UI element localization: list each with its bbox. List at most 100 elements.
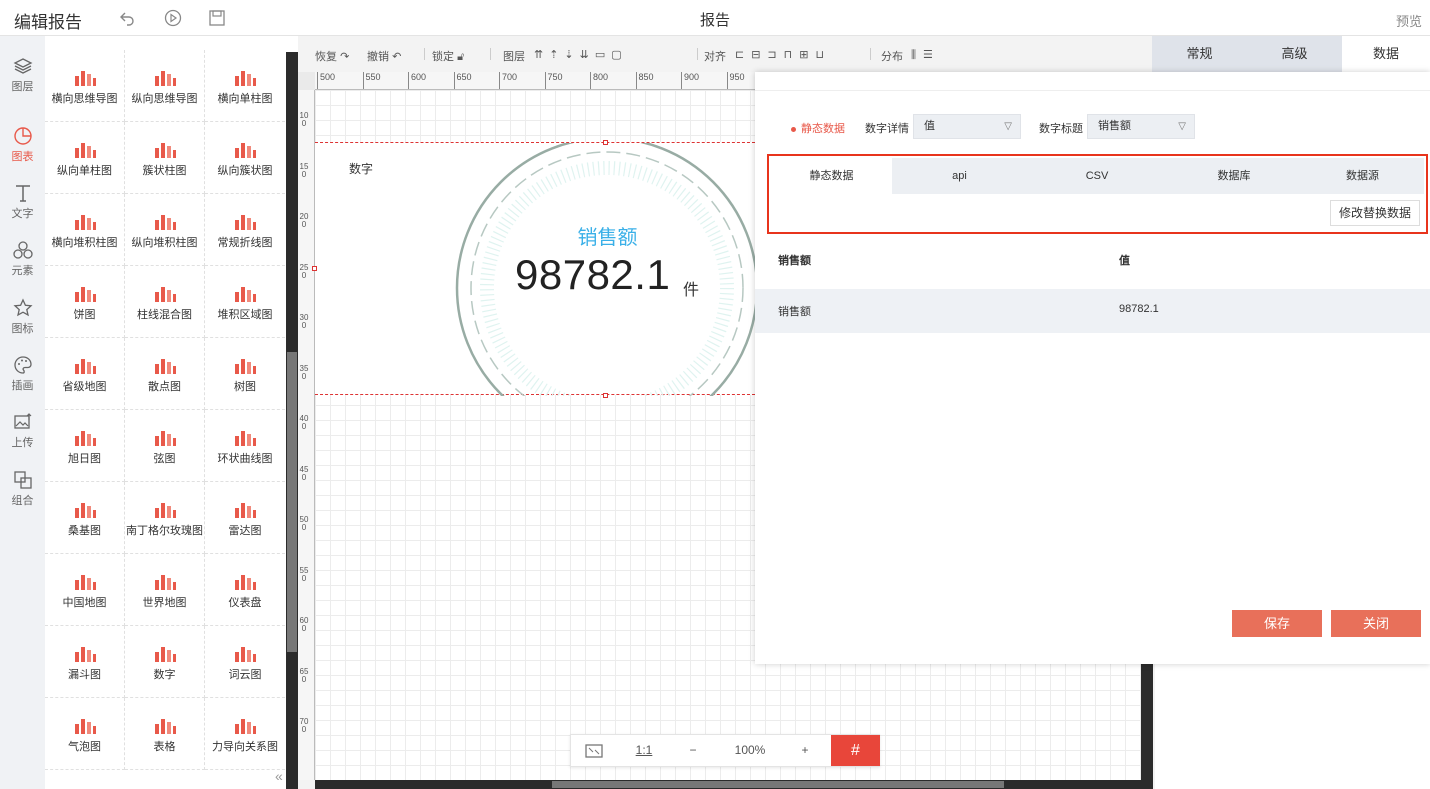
component-item[interactable]: 雷达图 bbox=[205, 482, 285, 554]
stacked-bar-icon bbox=[74, 215, 96, 230]
component-item[interactable]: 桑基图 bbox=[45, 482, 125, 554]
ruler-tick: 450 bbox=[299, 464, 309, 482]
align-icons[interactable]: ⊏⊟⊐⊓⊞⊔ bbox=[735, 48, 831, 61]
nav-item-upload[interactable]: 上传 bbox=[0, 408, 45, 464]
nav-item-charts[interactable]: 图表 bbox=[0, 122, 45, 178]
zoom-in-button[interactable]: + bbox=[787, 735, 823, 766]
layer-menu[interactable]: 图层 bbox=[503, 48, 525, 64]
tab-advanced[interactable]: 高级 bbox=[1247, 36, 1342, 72]
component-item[interactable]: 散点图 bbox=[125, 338, 205, 410]
distribute-icons[interactable]: ⫼☰ bbox=[911, 48, 940, 62]
ruler-tick: 150 bbox=[299, 161, 309, 179]
tab-static-data[interactable]: 静态数据 bbox=[771, 158, 892, 194]
radio-dot-icon bbox=[791, 126, 796, 132]
component-item[interactable]: 纵向簇状图 bbox=[205, 122, 285, 194]
table-cell[interactable]: 98782.1 bbox=[1119, 303, 1159, 315]
lock-button[interactable]: 锁定 🔓︎ bbox=[432, 48, 464, 64]
component-item[interactable]: 仪表盘 bbox=[205, 554, 285, 626]
undo-button[interactable]: 撤销 ↶ bbox=[367, 48, 401, 64]
preview-button[interactable]: 预览 bbox=[1396, 11, 1422, 30]
bar-line-icon bbox=[154, 287, 176, 302]
component-item[interactable]: 南丁格尔玫瑰图 bbox=[125, 482, 205, 554]
component-item[interactable]: 省级地图 bbox=[45, 338, 125, 410]
collapse-panel-icon[interactable]: « bbox=[275, 768, 283, 784]
component-item[interactable]: 树图 bbox=[205, 338, 285, 410]
component-item[interactable]: 横向单柱图 bbox=[205, 50, 285, 122]
scatter-icon bbox=[154, 359, 176, 374]
data-settings-row: 静态数据 数字详情 值 ▽ 数字标题 销售额 ▽ bbox=[755, 114, 1430, 140]
horizontal-scrollbar[interactable] bbox=[315, 780, 1153, 789]
component-item[interactable]: 旭日图 bbox=[45, 410, 125, 482]
component-item[interactable]: 表格 bbox=[125, 698, 205, 770]
component-item[interactable]: 纵向单柱图 bbox=[45, 122, 125, 194]
tab-csv[interactable]: CSV bbox=[1027, 158, 1167, 194]
component-item[interactable]: 漏斗图 bbox=[45, 626, 125, 698]
component-item[interactable]: 饼图 bbox=[45, 266, 125, 338]
component-item[interactable]: 气泡图 bbox=[45, 698, 125, 770]
component-item[interactable]: 数字 bbox=[125, 626, 205, 698]
nav-item-illustrations[interactable]: 插画 bbox=[0, 351, 45, 407]
component-item[interactable]: 横向堆积柱图 bbox=[45, 194, 125, 266]
tab-datasource[interactable]: 数据源 bbox=[1301, 158, 1424, 194]
tab-database[interactable]: 数据库 bbox=[1167, 158, 1301, 194]
resize-handle-bottom[interactable] bbox=[603, 393, 608, 398]
number-detail-select[interactable]: 值 ▽ bbox=[913, 114, 1021, 139]
component-label: 词云图 bbox=[228, 669, 262, 681]
grid-toggle-button[interactable]: # bbox=[831, 735, 880, 766]
resize-handle-left[interactable] bbox=[312, 266, 317, 271]
divider bbox=[424, 48, 425, 60]
distribute-menu[interactable]: 分布 bbox=[881, 48, 903, 64]
static-data-radio[interactable]: 静态数据 bbox=[791, 120, 845, 136]
vertical-scrollbar[interactable] bbox=[286, 52, 298, 789]
canvas-edge bbox=[1141, 663, 1153, 780]
component-label: 桑基图 bbox=[68, 525, 101, 537]
save-icon[interactable] bbox=[208, 9, 226, 27]
play-icon[interactable] bbox=[164, 9, 182, 27]
component-item[interactable]: 中国地图 bbox=[45, 554, 125, 626]
dropdown-arrow-icon: ▽ bbox=[1004, 121, 1012, 132]
component-item[interactable]: 词云图 bbox=[205, 626, 285, 698]
component-item[interactable]: 环状曲线图 bbox=[205, 410, 285, 482]
component-item[interactable]: 纵向思维导图 bbox=[125, 50, 205, 122]
align-menu[interactable]: 对齐 bbox=[704, 48, 726, 64]
zoom-out-button[interactable]: − bbox=[675, 735, 711, 766]
left-nav: 图层 图表 文字 元素 图标 插画 上传 组合 bbox=[0, 36, 45, 789]
tab-data[interactable]: 数据 bbox=[1342, 36, 1430, 72]
tab-api[interactable]: api bbox=[892, 158, 1027, 194]
actual-size-button[interactable]: 1:1 bbox=[627, 735, 661, 766]
component-label: 仪表盘 bbox=[228, 597, 262, 609]
tab-general[interactable]: 常规 bbox=[1152, 36, 1247, 72]
modify-data-button[interactable]: 修改替换数据 bbox=[1330, 200, 1420, 226]
nav-item-group[interactable]: 组合 bbox=[0, 466, 45, 522]
hscroll-thumb[interactable] bbox=[552, 781, 1004, 788]
distribute-label: 分布 bbox=[881, 51, 903, 63]
component-item[interactable]: 横向思维导图 bbox=[45, 50, 125, 122]
component-item[interactable]: 堆积区域图 bbox=[205, 266, 285, 338]
scroll-thumb[interactable] bbox=[287, 352, 297, 652]
close-button[interactable]: 关闭 bbox=[1331, 610, 1421, 637]
nav-item-elements[interactable]: 元素 bbox=[0, 236, 45, 292]
force-graph-icon bbox=[235, 719, 256, 734]
save-button[interactable]: 保存 bbox=[1232, 610, 1322, 637]
number-widget[interactable]: 数字 销售额 98782.1 件 bbox=[312, 140, 755, 398]
component-item[interactable]: 簇状柱图 bbox=[125, 122, 205, 194]
component-item[interactable]: 力导向关系图 bbox=[205, 698, 285, 770]
undo-icon[interactable] bbox=[118, 9, 136, 27]
divider bbox=[490, 48, 491, 60]
nav-item-icons[interactable]: 图标 bbox=[0, 294, 45, 350]
fit-screen-icon[interactable] bbox=[571, 735, 617, 766]
component-item[interactable]: 柱线混合图 bbox=[125, 266, 205, 338]
resize-handle-top[interactable] bbox=[603, 140, 608, 145]
component-item[interactable]: 常规折线图 bbox=[205, 194, 285, 266]
redo-button[interactable]: 恢复 ↷ bbox=[315, 48, 349, 64]
nav-item-layers[interactable]: 图层 bbox=[0, 48, 45, 104]
layer-order-icons[interactable]: ⇈⇡⇣⇊▭▢ bbox=[534, 48, 628, 61]
component-item[interactable]: 弦图 bbox=[125, 410, 205, 482]
component-item[interactable]: 纵向堆积柱图 bbox=[125, 194, 205, 266]
nav-item-text[interactable]: 文字 bbox=[0, 179, 45, 235]
component-label: 纵向堆积柱图 bbox=[131, 237, 198, 249]
component-item[interactable]: 世界地图 bbox=[125, 554, 205, 626]
number-title-select[interactable]: 销售额 ▽ bbox=[1087, 114, 1195, 139]
ring-curve-icon bbox=[235, 431, 256, 446]
table-row[interactable]: 销售额 98782.1 bbox=[755, 289, 1430, 333]
